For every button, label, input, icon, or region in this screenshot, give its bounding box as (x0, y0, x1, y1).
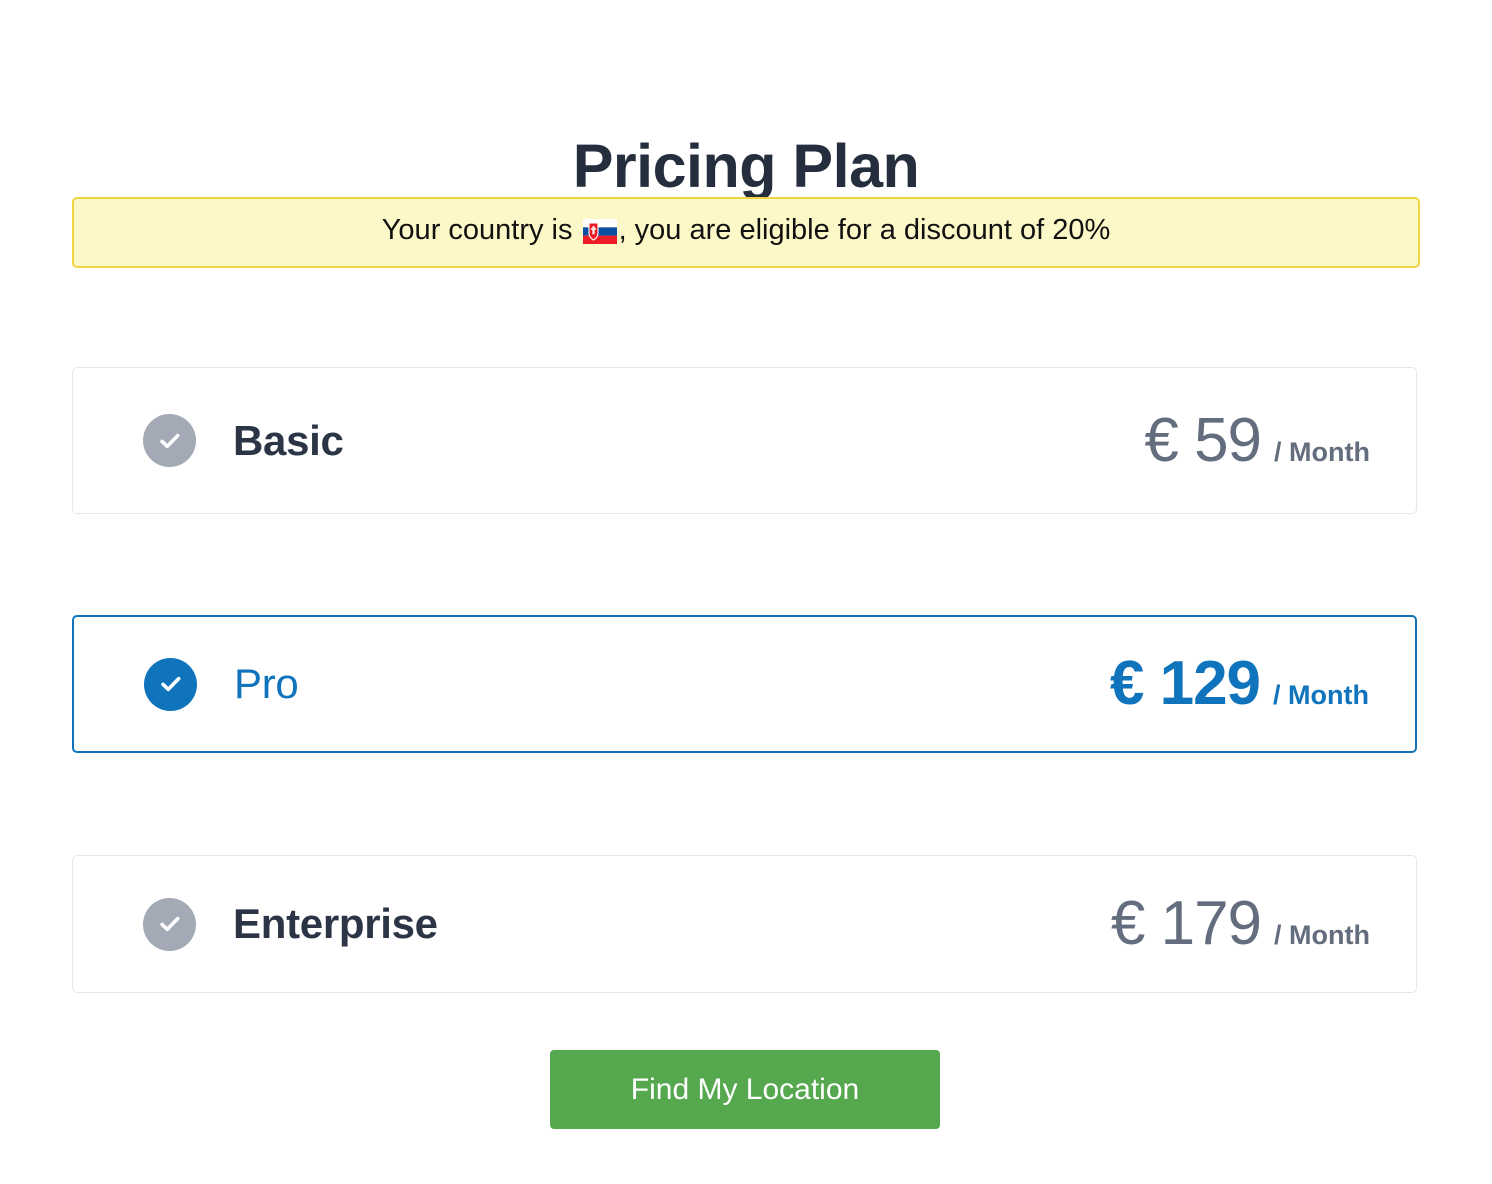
plan-card-enterprise[interactable]: Enterprise € 179 / Month (72, 855, 1417, 993)
check-circle-icon[interactable] (143, 414, 196, 467)
price-period: / Month (1273, 680, 1369, 710)
price-amount: € 129 (1109, 649, 1261, 718)
plan-name: Basic (233, 416, 344, 464)
plan-price: € 59 / Month (1144, 405, 1370, 475)
plan-card-pro[interactable]: Pro € 129 / Month (72, 615, 1417, 753)
plan-identity: Enterprise (143, 897, 1111, 951)
banner-text-before-flag: Your country is (381, 214, 581, 246)
plan-name: Pro (234, 660, 299, 707)
find-my-location-button[interactable]: Find My Location (550, 1050, 940, 1129)
check-circle-icon[interactable] (143, 897, 196, 951)
plan-price: € 179 / Month (1111, 893, 1370, 955)
plan-name: Enterprise (233, 900, 438, 947)
country-discount-banner: Your country is , you are eligible for a… (72, 197, 1420, 268)
plan-card-basic[interactable]: Basic € 59 / Month (72, 367, 1417, 514)
price-period: / Month (1274, 436, 1370, 467)
price-period: / Month (1274, 920, 1370, 950)
check-circle-icon[interactable] (144, 657, 197, 711)
banner-text-after-flag: , you are eligible for a discount of 20% (618, 214, 1111, 246)
price-amount: € 179 (1110, 889, 1262, 958)
plan-identity: Basic (143, 414, 1144, 467)
banner-text: Your country is , you are eligible for a… (382, 213, 1111, 252)
page-title: Pricing Plan (572, 131, 920, 200)
slovakia-flag-icon (582, 218, 617, 252)
pricing-page: Pricing Plan Your country is , you are e… (0, 0, 1492, 1184)
plan-price: € 129 / Month (1110, 653, 1369, 715)
price-amount: € 59 (1144, 405, 1262, 475)
plan-identity: Pro (144, 657, 1110, 711)
